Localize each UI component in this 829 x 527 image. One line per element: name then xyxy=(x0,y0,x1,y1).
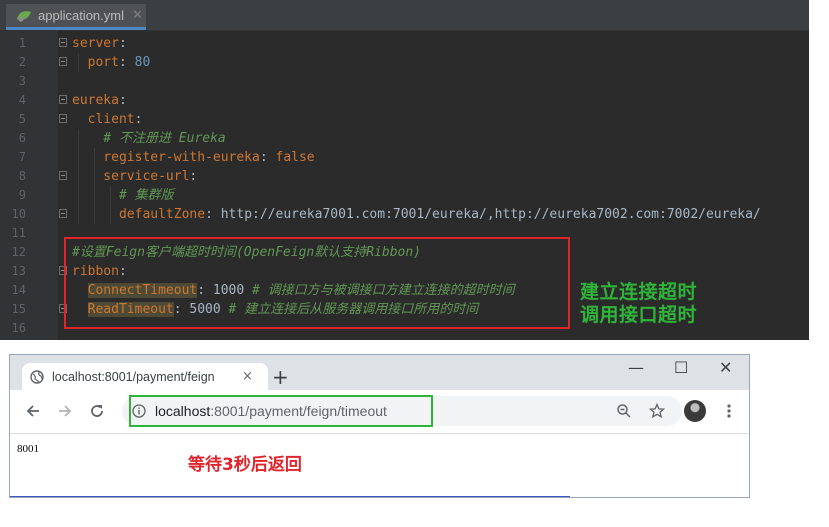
line-number: 4 xyxy=(18,93,26,107)
line-number: 3 xyxy=(18,74,26,88)
line-number: 14 xyxy=(11,283,26,297)
wait-annotation: 等待3秒后返回 xyxy=(188,455,302,475)
code-text: port: 80 xyxy=(72,53,151,72)
code-token: port xyxy=(72,55,119,70)
zoom-icon[interactable] xyxy=(616,403,632,419)
line-number: 16 xyxy=(11,321,26,335)
editor-tab-bar: application.yml ✕ xyxy=(0,0,809,31)
fold-marker-icon[interactable] xyxy=(59,57,67,66)
fold-marker-icon[interactable] xyxy=(59,114,67,123)
code-token: defaultZone xyxy=(72,207,206,222)
ribbon-config-highlight-box xyxy=(64,237,570,329)
line-number: 1 xyxy=(18,36,26,50)
line-number: 10 xyxy=(11,207,26,221)
arrow-left-icon xyxy=(26,405,39,417)
line-number: 8 xyxy=(18,169,26,183)
code-line[interactable]: 7 register-with-eureka: false xyxy=(0,148,809,167)
yaml-file-icon xyxy=(17,10,31,22)
code-line[interactable]: 1 server: xyxy=(0,34,809,53)
line-number: 5 xyxy=(18,112,26,126)
close-tab-icon[interactable]: × xyxy=(242,369,253,384)
line-number: 12 xyxy=(11,245,26,259)
more-vertical-icon xyxy=(727,404,731,418)
reload-button[interactable] xyxy=(86,400,108,422)
minimize-button[interactable]: — xyxy=(628,360,644,376)
close-window-button[interactable]: ✕ xyxy=(719,360,732,376)
line-number: 11 xyxy=(11,226,26,240)
line-number: 7 xyxy=(18,150,26,164)
code-token: : xyxy=(118,36,127,51)
code-text: # 集群版 xyxy=(72,186,174,205)
code-line[interactable]: 10 defaultZone: http://eureka7001.com:70… xyxy=(0,205,809,224)
code-token: : xyxy=(118,93,127,108)
code-line[interactable]: 8 service-url: xyxy=(0,167,809,186)
line-number: 2 xyxy=(18,55,26,69)
menu-button[interactable] xyxy=(718,400,740,422)
bookmark-star-icon[interactable] xyxy=(649,403,665,419)
code-text: register-with-eureka: false xyxy=(72,148,315,167)
close-icon[interactable]: ✕ xyxy=(132,8,143,23)
code-token: : http://eureka7001.com:7001/eureka/,htt… xyxy=(205,207,761,222)
code-token: : xyxy=(259,150,276,165)
code-token: service-url xyxy=(72,169,190,184)
ide-editor: application.yml ✕ 1 server: 2 port: 80 3 4 eu… xyxy=(0,0,809,340)
code-text: eureka: xyxy=(72,91,127,110)
browser-window: localhost:8001/payment/feign × + — ☐ ✕ l… xyxy=(9,354,750,498)
code-token: # 集群版 xyxy=(72,188,174,203)
code-line[interactable]: 9 # 集群版 xyxy=(0,186,809,205)
code-line[interactable]: 3 xyxy=(0,72,809,91)
editor-tab-label: application.yml xyxy=(38,8,124,23)
url-highlight-box xyxy=(129,395,433,427)
code-token: client xyxy=(72,112,135,127)
code-token: # 不注册进 Eureka xyxy=(72,131,226,146)
code-text: client: xyxy=(72,110,143,129)
editor-tab-application-yml[interactable]: application.yml ✕ xyxy=(6,4,146,30)
code-line[interactable]: 5 client: xyxy=(0,110,809,129)
code-line[interactable]: 2 port: 80 xyxy=(0,53,809,72)
line-number: 13 xyxy=(11,264,26,278)
fold-marker-icon[interactable] xyxy=(59,38,67,47)
fold-marker-icon[interactable] xyxy=(59,95,67,104)
page-bottom-line xyxy=(10,496,570,497)
new-tab-button[interactable]: + xyxy=(272,367,289,387)
code-token: eureka xyxy=(72,93,119,108)
line-number: 6 xyxy=(18,131,26,145)
code-token: : xyxy=(134,112,143,127)
code-token: : xyxy=(189,169,198,184)
page-response-text: 8001 xyxy=(17,443,39,455)
code-line[interactable]: 6 # 不注册进 Eureka xyxy=(0,129,809,148)
back-button[interactable] xyxy=(22,400,44,422)
globe-icon xyxy=(30,369,44,384)
fold-marker-icon[interactable] xyxy=(59,209,67,218)
code-text: server: xyxy=(72,34,127,53)
forward-button[interactable] xyxy=(54,400,76,422)
code-token: : xyxy=(118,55,135,70)
line-number: 9 xyxy=(18,188,26,202)
code-line[interactable]: 4 eureka: xyxy=(0,91,809,110)
browser-tab-title: localhost:8001/payment/feign xyxy=(52,369,215,384)
code-text: service-url: xyxy=(72,167,197,186)
read-timeout-annotation: 调用接口超时 xyxy=(580,304,698,326)
browser-tab-strip: localhost:8001/payment/feign × + — ☐ ✕ xyxy=(10,355,749,390)
line-number: 15 xyxy=(11,302,26,316)
code-text: # 不注册进 Eureka xyxy=(72,129,226,148)
arrow-right-icon xyxy=(59,405,72,417)
browser-tab[interactable]: localhost:8001/payment/feign × xyxy=(22,363,268,390)
code-token: server xyxy=(72,36,119,51)
code-text: defaultZone: http://eureka7001.com:7001/… xyxy=(72,205,761,224)
code-token: register-with-eureka xyxy=(72,150,260,165)
reload-icon xyxy=(91,405,103,417)
fold-marker-icon[interactable] xyxy=(59,171,67,180)
profile-avatar[interactable] xyxy=(684,400,706,422)
code-token: false xyxy=(275,150,315,165)
maximize-button[interactable]: ☐ xyxy=(674,360,688,376)
code-token: 80 xyxy=(134,55,151,70)
